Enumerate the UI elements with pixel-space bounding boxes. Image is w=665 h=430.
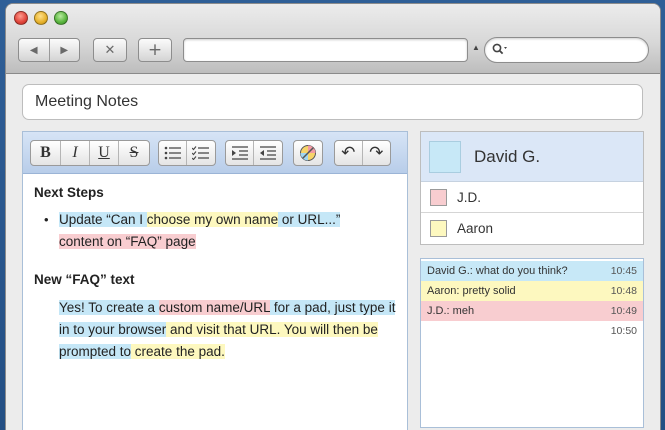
outdent-icon[interactable] [254,141,282,165]
list-item: • Update “Can I choose my own name or UR… [34,209,396,253]
history-group: ↶ ↷ [334,140,391,166]
chat-time: 10:49 [610,305,637,317]
text-run: and visit that URL. You will then be [166,322,378,337]
close-window-button[interactable] [14,11,28,25]
back-button[interactable]: ◀ [19,39,50,61]
current-user-name[interactable]: David G. [474,147,540,167]
list-group [158,140,216,166]
heading-next-steps: Next Steps [34,185,104,200]
redo-button[interactable]: ↷ [363,141,390,165]
indent-group [225,140,283,166]
document-body[interactable]: Next Steps • Update “Can I choose my own… [34,182,396,363]
user-color-swatch[interactable] [429,140,461,173]
user-row: Aaron [421,213,643,244]
bullet-list-icon[interactable] [159,141,188,165]
clear-authorship-icon[interactable] [294,141,322,165]
chat-time: 10:48 [610,285,637,297]
forward-button[interactable]: ▶ [50,39,80,61]
user-row: J.D. [421,182,643,213]
window-titlebar: ◀ ▶ ✕ + ▲ [6,4,660,74]
format-toolbar: B I U S ↶ ↷ [23,132,407,174]
address-bar[interactable] [183,38,468,62]
text-style-group: B I U S [30,140,150,166]
current-user-row[interactable]: David G. [421,132,643,182]
clear-authorship-group [293,140,323,166]
chat-message: 10:50 [421,321,643,341]
heading-faq-text: New “FAQ” text [34,272,135,287]
text-run: custom name/URL [158,300,271,315]
user-color-swatch [430,188,447,206]
checklist-icon[interactable] [187,141,215,165]
editor-panel: B I U S ↶ ↷ Next Steps • Update “Can I c… [22,131,408,430]
chat-message: Aaron: pretty solid 10:48 [421,281,643,301]
underline-button[interactable]: U [90,141,119,165]
bullet-dot-icon: • [44,212,49,227]
bold-button[interactable]: B [31,141,61,165]
zoom-window-button[interactable] [54,11,68,25]
address-dropdown-icon[interactable]: ▲ [472,43,480,52]
chat-time: 10:50 [610,325,637,337]
minimize-window-button[interactable] [34,11,48,25]
pad-content: Meeting Notes B I U S ↶ ↷ Next Steps • U… [6,75,660,430]
chat-message: J.D.: meh 10:49 [421,301,643,321]
undo-button[interactable]: ↶ [335,141,363,165]
text-run: or URL...” [278,212,341,227]
chat-text: David G.: what do you think? [427,265,568,277]
strikethrough-button[interactable]: S [119,141,149,165]
back-forward-group: ◀ ▶ [18,38,80,62]
chat-time: 10:45 [610,265,637,277]
add-bookmark-button[interactable]: + [138,38,172,62]
chat-message: David G.: what do you think? 10:45 [421,261,643,281]
paragraph: Yes! To create a custom name/URL for a p… [34,297,396,363]
user-list: David G. J.D. Aaron [420,131,644,245]
user-name: J.D. [457,189,482,205]
user-name: Aaron [457,221,494,236]
text-run: content on “FAQ” page [59,234,196,249]
text-run: choose my own name [146,212,279,227]
text-run: Yes! To create a [59,300,159,315]
stop-button[interactable]: ✕ [93,38,127,62]
chat-text: Aaron: pretty solid [427,285,516,297]
magnifier-icon [492,43,508,58]
pad-title-field[interactable]: Meeting Notes [22,84,643,120]
text-run: prompted to [59,344,132,359]
indent-icon[interactable] [226,141,255,165]
search-field[interactable] [484,37,649,63]
browser-window: ◀ ▶ ✕ + ▲ Meeting Notes B I U S ↶ ↷ Next… [5,3,661,430]
italic-button[interactable]: I [61,141,90,165]
text-run: Update “Can I [59,212,147,227]
user-color-swatch [430,220,447,237]
text-run: create the pad. [131,344,225,359]
chat-text: J.D.: meh [427,305,475,317]
chat-panel: David G.: what do you think? 10:45 Aaron… [420,258,644,428]
